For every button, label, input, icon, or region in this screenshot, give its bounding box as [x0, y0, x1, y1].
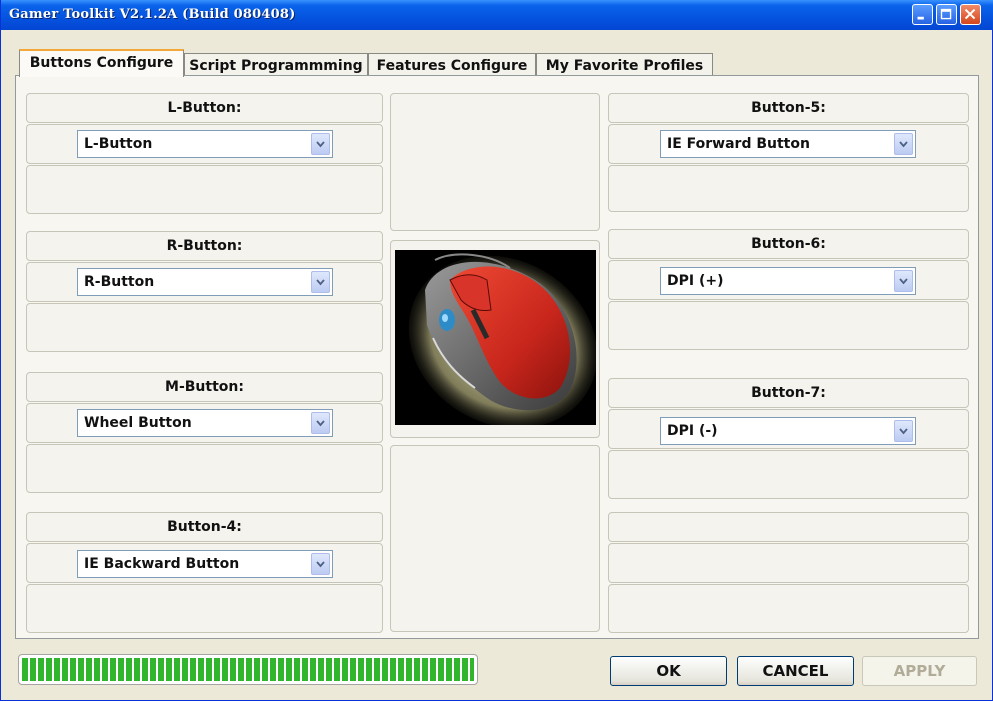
- button-6-option-area: [608, 301, 969, 350]
- button-4-label: Button-4:: [167, 519, 242, 535]
- ok-button-label: OK: [656, 662, 681, 680]
- button-4-value: IE Backward Button: [84, 556, 240, 572]
- center-top-box: [390, 93, 600, 231]
- chevron-down-icon[interactable]: [894, 133, 913, 155]
- tab-label: Buttons Configure: [29, 55, 174, 71]
- progress-fill: [22, 658, 474, 681]
- tab-features-configure[interactable]: Features Configure: [368, 53, 536, 76]
- button-5-header: Button-5:: [608, 93, 969, 123]
- l-button-option-area: [26, 165, 383, 214]
- progress-bar: [18, 654, 478, 685]
- l-button-value: L-Button: [84, 136, 153, 152]
- m-button-value: Wheel Button: [84, 415, 192, 431]
- r-button-option-area: [26, 303, 383, 352]
- m-button-header: M-Button:: [26, 372, 383, 402]
- button-7-header: Button-7:: [608, 378, 969, 408]
- button-6-label: Button-6:: [751, 236, 826, 252]
- button-5-option-area: [608, 165, 969, 212]
- apply-button-label: APPLY: [893, 662, 946, 680]
- empty-slot-header: [608, 512, 969, 542]
- l-button-label: L-Button:: [167, 100, 242, 116]
- r-button-header: R-Button:: [26, 231, 383, 261]
- tab-label: Features Configure: [376, 58, 528, 74]
- button-6-header: Button-6:: [608, 229, 969, 259]
- minimize-button[interactable]: [912, 4, 933, 25]
- title-bar[interactable]: Gamer Toolkit V2.1.2A (Build 080408): [1, 0, 993, 30]
- button-7-value: DPI (-): [667, 423, 718, 439]
- tab-label: My Favorite Profiles: [545, 58, 704, 74]
- l-button-header: L-Button:: [26, 93, 383, 123]
- button-7-label: Button-7:: [751, 385, 826, 401]
- apply-button[interactable]: APPLY: [862, 656, 977, 686]
- maximize-button[interactable]: [936, 4, 957, 25]
- button-7-option-area: [608, 450, 969, 499]
- chevron-down-icon[interactable]: [311, 412, 330, 434]
- m-button-option-area: [26, 444, 383, 493]
- button-5-label: Button-5:: [751, 100, 826, 116]
- m-button-label: M-Button:: [165, 379, 244, 395]
- r-button-label: R-Button:: [166, 238, 243, 254]
- mouse-image: [395, 250, 598, 429]
- button-6-value: DPI (+): [667, 273, 724, 289]
- tab-label: Script Programmming: [189, 58, 363, 74]
- tab-buttons-configure[interactable]: Buttons Configure: [19, 49, 184, 77]
- m-button-dropdown[interactable]: Wheel Button: [77, 409, 333, 437]
- window-title: Gamer Toolkit V2.1.2A (Build 080408): [9, 7, 296, 22]
- app-window: Gamer Toolkit V2.1.2A (Build 080408) But…: [0, 0, 993, 701]
- ok-button[interactable]: OK: [610, 656, 727, 686]
- chevron-down-icon[interactable]: [894, 270, 913, 292]
- cancel-button-label: CANCEL: [762, 662, 829, 680]
- gaming-mouse-illustration: [395, 250, 598, 429]
- button-5-value: IE Forward Button: [667, 136, 810, 152]
- cancel-button[interactable]: CANCEL: [737, 656, 854, 686]
- close-icon: [964, 8, 976, 20]
- button-6-dropdown[interactable]: DPI (+): [660, 267, 916, 295]
- center-bottom-box: [390, 445, 600, 632]
- l-button-dropdown[interactable]: L-Button: [77, 130, 333, 158]
- tab-my-favorite-profiles[interactable]: My Favorite Profiles: [536, 53, 713, 76]
- minimize-icon: [917, 16, 924, 20]
- r-button-value: R-Button: [84, 274, 155, 290]
- chevron-down-icon[interactable]: [894, 420, 913, 442]
- chevron-down-icon[interactable]: [311, 271, 330, 293]
- button-5-dropdown[interactable]: IE Forward Button: [660, 130, 916, 158]
- chevron-down-icon[interactable]: [311, 553, 330, 575]
- button-4-dropdown[interactable]: IE Backward Button: [77, 550, 333, 578]
- r-button-dropdown[interactable]: R-Button: [77, 268, 333, 296]
- maximize-icon: [940, 8, 952, 20]
- button-4-header: Button-4:: [26, 512, 383, 542]
- empty-slot-select-row: [608, 543, 969, 583]
- chevron-down-icon[interactable]: [311, 133, 330, 155]
- close-button[interactable]: [960, 4, 981, 25]
- empty-slot-option-area: [608, 584, 969, 633]
- button-7-dropdown[interactable]: DPI (-): [660, 417, 916, 445]
- tab-script-programming[interactable]: Script Programmming: [184, 53, 368, 76]
- button-4-option-area: [26, 584, 383, 633]
